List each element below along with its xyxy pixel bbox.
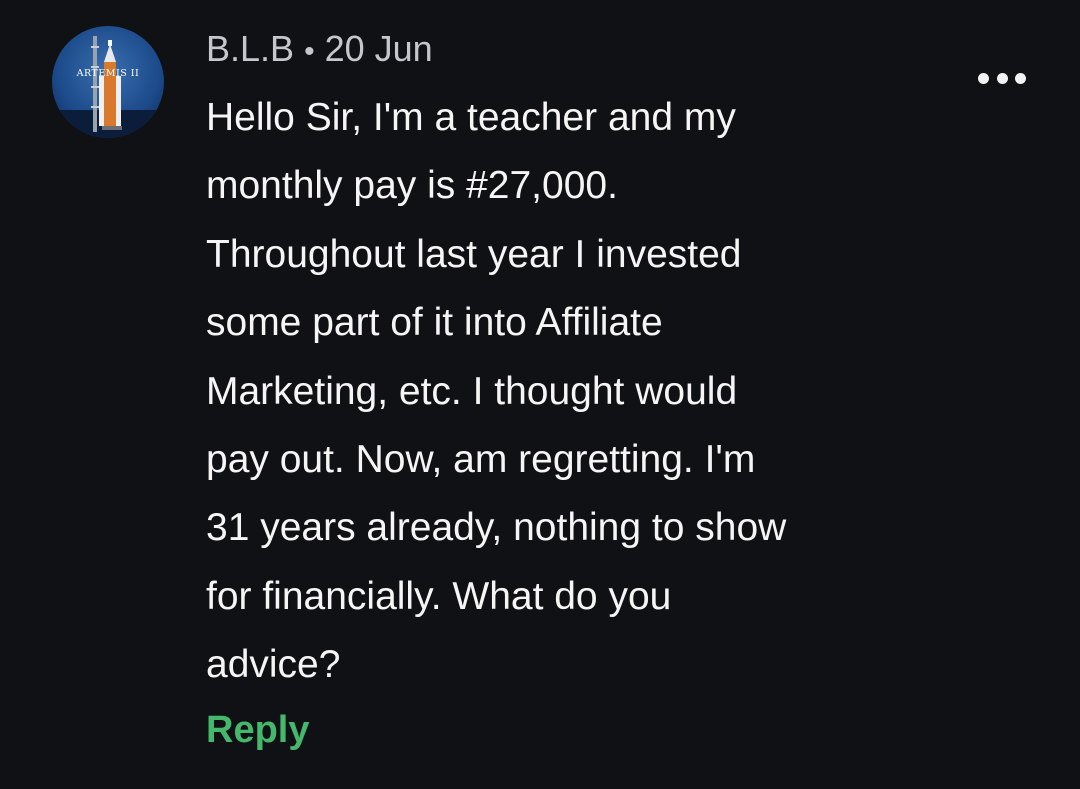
comment-card: ARTEMIS II B.L.B • 20 Jun Hello Sir, I'm a… <box>0 0 1080 789</box>
comment-body-line: Marketing, etc. I thought would <box>206 369 738 413</box>
comment-body-line: Hello Sir, I'm a teacher and my <box>206 96 736 139</box>
author-name[interactable]: B.L.B <box>206 28 294 69</box>
comment-body-line: some part of it into Affiliate <box>206 301 663 345</box>
comment-body-line: 31 years already, nothing to show <box>206 506 787 550</box>
comment-date: 20 Jun <box>324 28 433 69</box>
meta-separator: • <box>304 35 315 68</box>
comment-body-line: Throughout last year I invested <box>206 232 742 276</box>
more-horizontal-icon <box>978 72 989 84</box>
comment-meta: B.L.B • 20 Jun <box>206 27 433 74</box>
more-options-button[interactable] <box>978 64 1026 92</box>
artemis-ii-rocket-icon: ARTEMIS II <box>52 26 164 138</box>
avatar[interactable]: ARTEMIS II <box>52 26 164 138</box>
comment-body-line: pay out. Now, am regretting. I'm <box>206 438 756 482</box>
avatar-label: ARTEMIS II <box>76 68 140 79</box>
comment-body-line: for financially. What do you <box>206 574 672 618</box>
more-horizontal-icon <box>996 72 1008 84</box>
comment-body: Hello Sir, I'm a teacher and my monthly … <box>206 84 926 700</box>
more-horizontal-icon <box>1015 72 1026 84</box>
comment-body-line: advice? <box>206 643 341 687</box>
reply-button[interactable]: Reply <box>206 704 309 756</box>
comment-body-line: monthly pay is #27,000. <box>206 164 618 208</box>
